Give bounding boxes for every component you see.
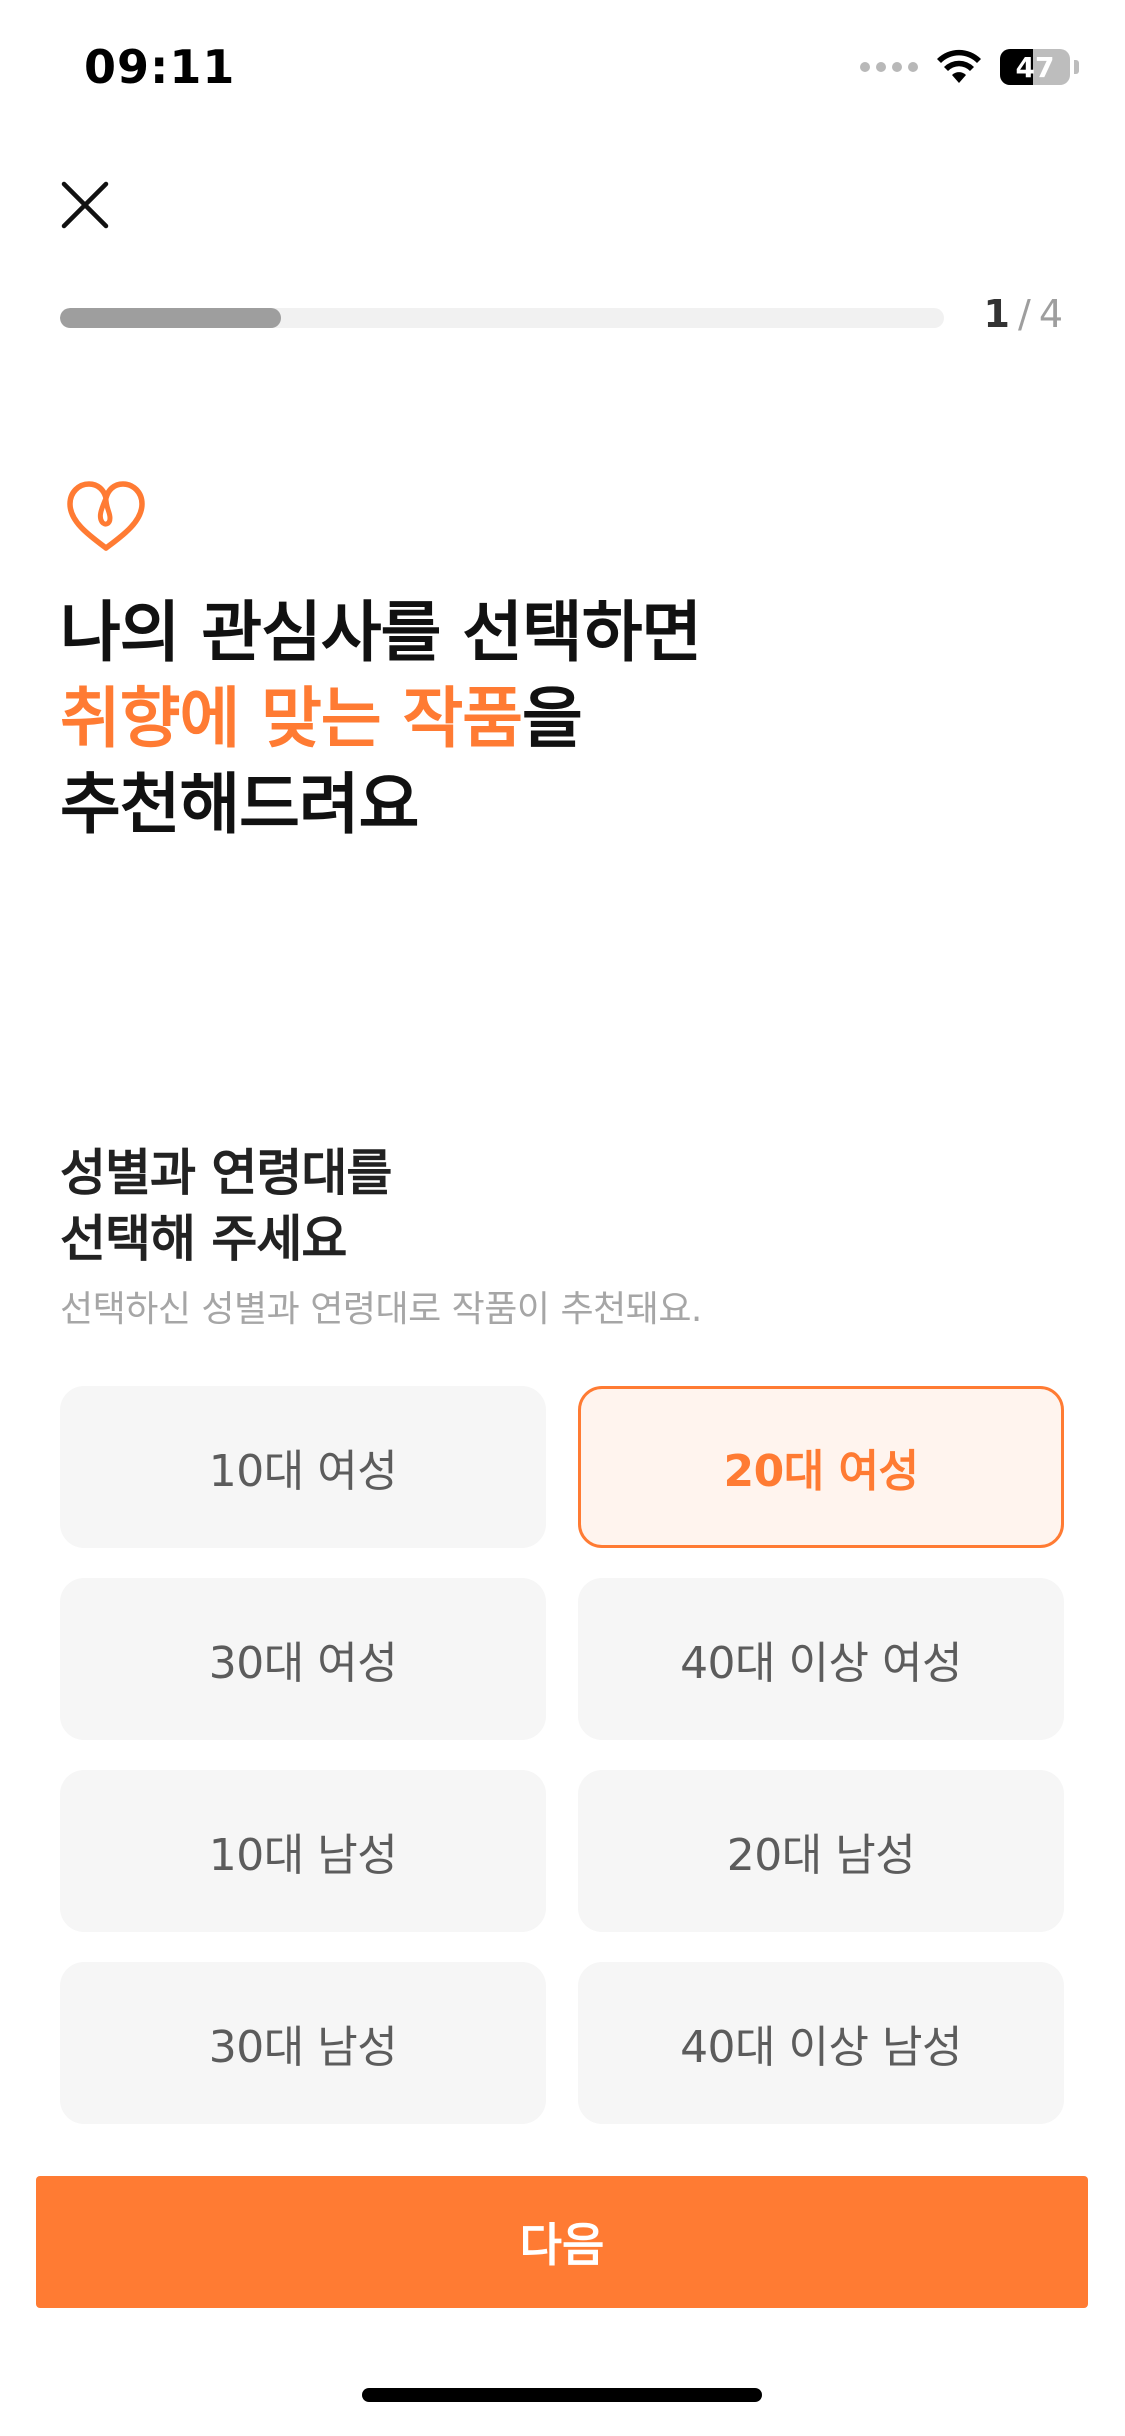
option-female-10s[interactable]: 10대 여성 (60, 1386, 546, 1548)
option-male-30s[interactable]: 30대 남성 (60, 1962, 546, 2124)
battery-cap (1074, 60, 1079, 74)
headline-accent: 취향에 맞는 작품 (60, 680, 523, 757)
heart-icon (67, 481, 145, 551)
headline-line-2: 취향에 맞는 작품을 (60, 676, 701, 762)
status-icons: 47 (860, 44, 1079, 90)
progress-fill (60, 308, 281, 328)
cellular-signal-icon (860, 62, 918, 72)
headline-line-2-rest: 을 (522, 680, 583, 757)
option-female-40s-plus[interactable]: 40대 이상 여성 (578, 1578, 1064, 1740)
status-time: 09:11 (84, 40, 236, 94)
close-icon (61, 181, 109, 229)
option-grid: 10대 여성 20대 여성 30대 여성 40대 이상 여성 10대 남성 20… (60, 1386, 1064, 2124)
option-male-40s-plus[interactable]: 40대 이상 남성 (578, 1962, 1064, 2124)
headline-line-3: 추천해드려요 (60, 766, 419, 843)
headline-line-1: 나의 관심사를 선택하면 (60, 594, 702, 671)
progress-separator: / (1018, 292, 1031, 336)
section-subtitle: 선택하신 성별과 연령대로 작품이 추천돼요. (60, 1289, 702, 1330)
status-bar: 09:11 47 (0, 0, 1125, 140)
battery-level-text: 47 (1015, 50, 1055, 84)
wifi-icon (937, 49, 981, 83)
section-title-line-1: 성별과 연령대를 (60, 1144, 392, 1202)
option-female-30s[interactable]: 30대 여성 (60, 1578, 546, 1740)
option-male-10s[interactable]: 10대 남성 (60, 1770, 546, 1932)
headline: 나의 관심사를 선택하면 취향에 맞는 작품을 추천해드려요 (60, 590, 702, 848)
home-indicator (362, 2388, 762, 2402)
section-title-line-2: 선택해 주세요 (60, 1210, 347, 1268)
screen: 09:11 47 1 / 4 나의 관심사를 선택하면 취향에 맞는 작품을 추… (0, 0, 1125, 2436)
section-title: 성별과 연령대를 선택해 주세요 (60, 1140, 392, 1272)
option-female-20s[interactable]: 20대 여성 (578, 1386, 1064, 1548)
option-male-20s[interactable]: 20대 남성 (578, 1770, 1064, 1932)
close-button[interactable] (50, 170, 120, 240)
battery-icon: 47 (1000, 49, 1070, 85)
progress-total: 4 (1038, 292, 1063, 336)
next-button[interactable]: 다음 (36, 2176, 1088, 2308)
progress-bar (60, 308, 944, 328)
progress-current: 1 (983, 292, 1010, 336)
progress-label: 1 / 4 (984, 292, 1063, 336)
